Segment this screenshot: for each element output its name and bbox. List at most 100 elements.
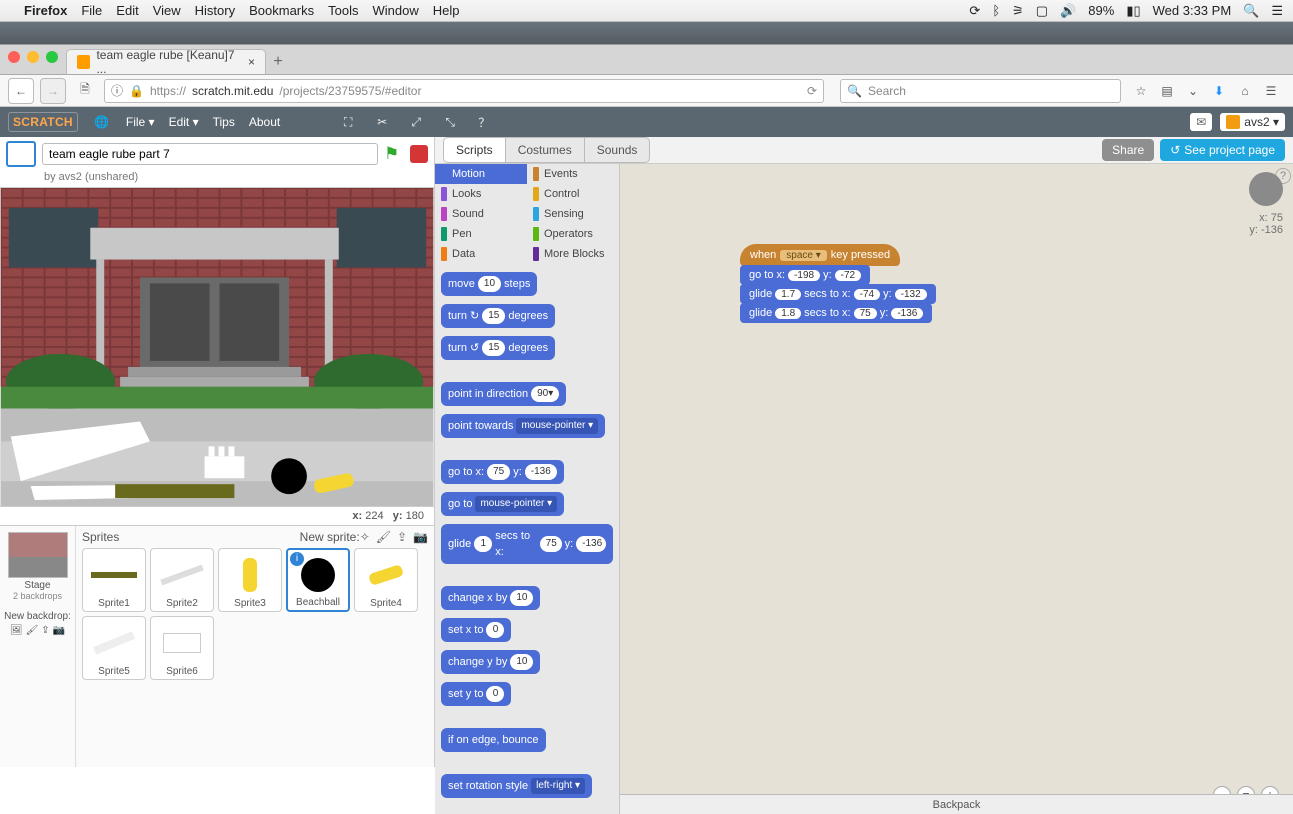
menu-history[interactable]: History: [195, 3, 235, 18]
palette-block[interactable]: change x by 10: [441, 586, 540, 610]
category-pen[interactable]: Pen: [435, 224, 527, 244]
sprite-cell[interactable]: Sprite3: [218, 548, 282, 612]
scissors-icon[interactable]: ✂: [372, 112, 392, 132]
category-more-blocks[interactable]: More Blocks: [527, 244, 619, 264]
menu-extras-icon[interactable]: ☰: [1271, 3, 1283, 19]
backdrop-upload-icon[interactable]: ⇪: [41, 625, 49, 636]
share-button[interactable]: Share: [1102, 139, 1154, 161]
tab-sounds[interactable]: Sounds: [585, 138, 650, 162]
stack-block[interactable]: glide 1.7 secs to x: -74 y: -132: [740, 284, 936, 304]
stack-block[interactable]: glide 1.8 secs to x: 75 y: -136: [740, 303, 932, 323]
palette-block[interactable]: turn ↺ 15 degrees: [441, 336, 555, 360]
menu-file[interactable]: File: [81, 3, 102, 18]
mail-icon[interactable]: ✉: [1190, 113, 1212, 131]
tab-close-icon[interactable]: ×: [248, 55, 255, 69]
palette-block[interactable]: set rotation style left-right ▾: [441, 774, 592, 798]
backdrop-paint-icon[interactable]: 🖌: [26, 625, 39, 636]
palette-block[interactable]: move 10 steps: [441, 272, 537, 296]
wifi-icon[interactable]: ⚞: [1012, 3, 1024, 19]
back-button[interactable]: ←: [8, 78, 34, 104]
stage-thumbnail[interactable]: [8, 532, 68, 578]
category-control[interactable]: Control: [527, 184, 619, 204]
shrink-icon[interactable]: ⤡: [440, 112, 460, 132]
menu-tools[interactable]: Tools: [328, 3, 358, 18]
clock[interactable]: Wed 3:33 PM: [1153, 3, 1232, 18]
palette-block[interactable]: glide 1 secs to x: 75 y: -136: [441, 524, 613, 564]
globe-icon[interactable]: 🌐: [92, 112, 112, 132]
menu-bookmarks[interactable]: Bookmarks: [249, 3, 314, 18]
category-sensing[interactable]: Sensing: [527, 204, 619, 224]
scratch-file[interactable]: File ▾: [126, 115, 155, 129]
tab-scripts[interactable]: Scripts: [444, 138, 506, 162]
pocket-icon[interactable]: ⌄: [1185, 84, 1201, 98]
search-box[interactable]: 🔍 Search: [840, 79, 1121, 103]
identity-icon[interactable]: ⓘ: [111, 82, 123, 99]
home-icon[interactable]: ⌂: [1237, 84, 1253, 98]
scratch-tips[interactable]: Tips: [213, 115, 235, 129]
category-motion[interactable]: Motion: [435, 164, 527, 184]
category-data[interactable]: Data: [435, 244, 527, 264]
category-events[interactable]: Events: [527, 164, 619, 184]
window-minimize[interactable]: [27, 51, 39, 63]
stamp-icon[interactable]: ⛶: [338, 112, 358, 132]
palette-block[interactable]: point towards mouse-pointer ▾: [441, 414, 605, 438]
scratch-about[interactable]: About: [249, 115, 280, 129]
window-close[interactable]: [8, 51, 20, 63]
browser-tab[interactable]: team eagle rube [Keanu]7 ... ×: [66, 49, 266, 74]
palette-block[interactable]: point in direction 90▾: [441, 382, 566, 406]
user-menu[interactable]: avs2 ▾: [1220, 113, 1285, 131]
green-flag-icon[interactable]: ⚑: [384, 144, 404, 164]
menu-help[interactable]: Help: [433, 3, 460, 18]
scratch-edit[interactable]: Edit ▾: [169, 115, 199, 129]
spotlight-icon[interactable]: 🔍: [1243, 3, 1259, 19]
project-title-input[interactable]: [42, 143, 378, 165]
battery-icon[interactable]: ▮▯: [1126, 3, 1140, 19]
sprite-info-icon[interactable]: i: [290, 552, 304, 566]
grow-icon[interactable]: ⤢: [406, 112, 426, 132]
volume-icon[interactable]: 🔊: [1060, 3, 1076, 19]
key-dropdown[interactable]: space ▾: [780, 250, 826, 261]
sprite-library-icon[interactable]: ✧: [360, 530, 370, 544]
hamburger-icon[interactable]: ☰: [1263, 84, 1279, 98]
menu-window[interactable]: Window: [373, 3, 419, 18]
sprite-cell[interactable]: Sprite5: [82, 616, 146, 680]
sprite-cell-selected[interactable]: iBeachball: [286, 548, 350, 612]
sprite-cell[interactable]: Sprite4: [354, 548, 418, 612]
stop-button[interactable]: [410, 145, 428, 163]
sprite-cell[interactable]: Sprite6: [150, 616, 214, 680]
fullscreen-icon[interactable]: [6, 141, 36, 167]
script-canvas[interactable]: ? x: 75 y: -136 when space ▾ key pressed…: [620, 164, 1293, 814]
library-icon[interactable]: ▤: [1159, 84, 1175, 98]
backdrop-camera-icon[interactable]: 📷: [53, 625, 65, 636]
see-project-button[interactable]: ↺See project page: [1160, 139, 1285, 161]
category-looks[interactable]: Looks: [435, 184, 527, 204]
tab-costumes[interactable]: Costumes: [506, 138, 585, 162]
menu-edit[interactable]: Edit: [116, 3, 138, 18]
sprite-cell[interactable]: Sprite1: [82, 548, 146, 612]
scratch-logo[interactable]: SCRATCH: [8, 112, 78, 132]
sprite-cell[interactable]: Sprite2: [150, 548, 214, 612]
palette-block[interactable]: if on edge, bounce: [441, 728, 546, 752]
palette-block[interactable]: set y to 0: [441, 682, 511, 706]
bookmark-star-icon[interactable]: ☆: [1133, 84, 1149, 98]
sprite-camera-icon[interactable]: 📷: [413, 530, 428, 544]
sync-icon[interactable]: ⟳: [969, 3, 980, 19]
app-name[interactable]: Firefox: [24, 3, 67, 18]
category-sound[interactable]: Sound: [435, 204, 527, 224]
reader-icon[interactable]: 🗎: [72, 78, 98, 104]
reload-icon[interactable]: ⟳: [807, 84, 817, 98]
menu-view[interactable]: View: [153, 3, 181, 18]
sprite-upload-icon[interactable]: ⇪: [397, 530, 407, 544]
category-operators[interactable]: Operators: [527, 224, 619, 244]
stack-block[interactable]: go to x: -198 y: -72: [740, 265, 870, 285]
url-field[interactable]: ⓘ 🔒 https://scratch.mit.edu/projects/237…: [104, 79, 824, 103]
palette-block[interactable]: go to mouse-pointer ▾: [441, 492, 564, 516]
palette-block[interactable]: set x to 0: [441, 618, 511, 642]
airplay-icon[interactable]: ▢: [1036, 3, 1048, 19]
stage-canvas[interactable]: [0, 187, 434, 507]
backdrop-library-icon[interactable]: 🖼: [10, 625, 23, 636]
palette-block[interactable]: change y by 10: [441, 650, 540, 674]
palette-block[interactable]: go to x: 75 y: -136: [441, 460, 564, 484]
script-stack[interactable]: when space ▾ key pressed go to x: -198 y…: [740, 244, 936, 323]
window-maximize[interactable]: [46, 51, 58, 63]
